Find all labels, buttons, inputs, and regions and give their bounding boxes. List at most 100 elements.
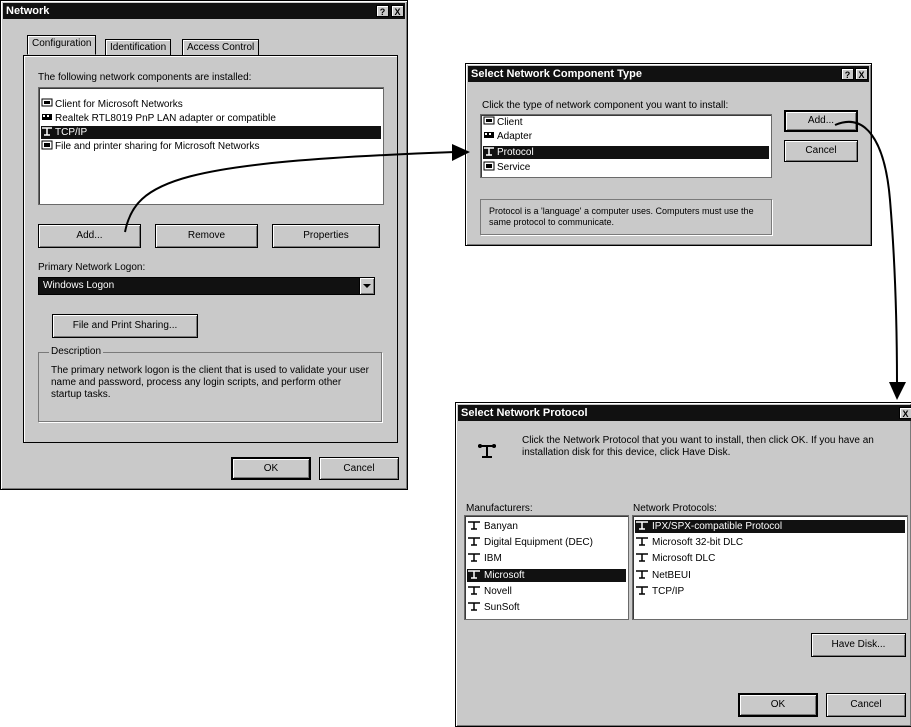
component-type-title: Select Network Component Type [471, 68, 642, 80]
add-button-label: Add... [807, 115, 835, 126]
help-button[interactable]: ? [376, 5, 389, 17]
file-print-sharing-label: File and Print Sharing... [72, 320, 178, 331]
add-button[interactable]: Add... [784, 110, 858, 132]
add-button-label: Add... [76, 230, 103, 241]
list-item[interactable]: Novell [467, 585, 626, 598]
protocol-icon [468, 602, 480, 612]
chevron-down-icon [363, 284, 371, 288]
list-item[interactable]: Microsoft 32-bit DLC [635, 536, 905, 549]
list-item[interactable]: File and printer sharing for Microsoft N… [41, 140, 381, 153]
list-item[interactable]: TCP/IP [41, 126, 381, 139]
protocol-icon [468, 537, 480, 547]
cancel-button[interactable]: Cancel [784, 140, 858, 162]
network-dialog: Network ? X Configuration Identification… [0, 0, 408, 490]
manufacturer-label: Banyan [484, 521, 518, 532]
component-label: TCP/IP [55, 127, 88, 138]
list-item[interactable]: Adapter [483, 130, 769, 143]
component-type-label: Service [497, 162, 531, 173]
component-label: Realtek RTL8019 PnP LAN adapter or compa… [55, 113, 276, 124]
protocol-icon [468, 570, 480, 580]
client-icon [483, 116, 495, 125]
cancel-button-label: Cancel [805, 145, 837, 156]
tab-access-control[interactable]: Access Control [182, 39, 260, 56]
add-button[interactable]: Add... [38, 224, 141, 248]
cancel-button[interactable]: Cancel [826, 693, 906, 717]
close-button[interactable]: X [391, 5, 404, 17]
protocol-icon [636, 586, 648, 596]
primary-logon-value: Windows Logon [43, 280, 115, 291]
component-description-group: Protocol is a 'language' a computer uses… [480, 199, 772, 235]
manufacturer-label: Microsoft [484, 570, 525, 581]
protocol-icon [478, 444, 496, 458]
remove-button[interactable]: Remove [155, 224, 258, 248]
protocol-icon [636, 521, 648, 531]
component-label: Client for Microsoft Networks [55, 99, 183, 110]
list-item[interactable]: Realtek RTL8019 PnP LAN adapter or compa… [41, 112, 381, 125]
protocol-label: Microsoft 32-bit DLC [652, 537, 744, 548]
ok-button[interactable]: OK [231, 457, 311, 480]
protocol-title-bar[interactable]: Select Network Protocol [458, 405, 911, 421]
properties-button[interactable]: Properties [272, 224, 380, 248]
primary-logon-label: Primary Network Logon: [38, 262, 146, 273]
ok-button-label: OK [770, 699, 786, 710]
components-list[interactable]: Client for Microsoft Networks Realtek RT… [38, 87, 384, 205]
protocol-icon [636, 570, 648, 580]
manufacturer-label: Novell [484, 586, 512, 597]
list-item[interactable]: Digital Equipment (DEC) [467, 536, 626, 549]
list-item[interactable]: Client [483, 116, 769, 129]
network-title-bar[interactable]: Network [3, 3, 405, 19]
tab-identification[interactable]: Identification [105, 39, 172, 56]
cancel-button-label: Cancel [343, 463, 375, 474]
list-item[interactable]: NetBEUI [635, 569, 905, 582]
close-button[interactable]: X [855, 68, 868, 80]
manufacturer-label: Digital Equipment (DEC) [484, 537, 593, 548]
service-icon [483, 161, 495, 171]
component-label: File and printer sharing for Microsoft N… [55, 141, 260, 152]
help-button[interactable]: ? [841, 68, 854, 80]
list-item[interactable]: Service [483, 161, 769, 174]
list-item[interactable]: TCP/IP [635, 585, 905, 598]
close-button[interactable]: X [899, 407, 911, 419]
primary-logon-select[interactable]: Windows Logon [38, 277, 373, 295]
list-item[interactable]: Microsoft DLC [635, 552, 905, 565]
network-protocols-list[interactable]: IPX/SPX-compatible Protocol Microsoft 32… [632, 515, 908, 620]
description-text: The primary network logon is the client … [51, 365, 369, 400]
list-item[interactable]: Microsoft [467, 569, 626, 582]
adapter-icon [484, 132, 494, 139]
list-item[interactable]: Protocol [483, 146, 769, 159]
list-item[interactable]: IBM [467, 552, 626, 565]
component-type-dialog: Select Network Component Type ? X Click … [465, 63, 872, 246]
list-item[interactable]: SunSoft [467, 601, 626, 614]
protocol-icon [42, 127, 52, 137]
protocol-icon [484, 147, 494, 157]
file-print-sharing-button[interactable]: File and Print Sharing... [52, 314, 198, 338]
service-icon [41, 140, 53, 150]
protocol-label: IPX/SPX-compatible Protocol [652, 521, 783, 532]
adapter-icon [42, 114, 52, 121]
component-type-label: Protocol [497, 147, 534, 158]
protocol-icon [468, 586, 480, 596]
component-type-title-bar[interactable]: Select Network Component Type [468, 66, 869, 82]
component-type-list[interactable]: Client Adapter Protocol Service [480, 114, 772, 178]
description-title: Description [49, 346, 104, 357]
arrowhead-2 [889, 382, 906, 400]
component-type-label: Adapter [497, 131, 533, 142]
list-item[interactable]: IPX/SPX-compatible Protocol [635, 520, 905, 533]
component-description-text: Protocol is a 'language' a computer uses… [489, 206, 754, 227]
remove-button-label: Remove [187, 230, 226, 241]
dropdown-button[interactable] [359, 277, 375, 295]
ok-button[interactable]: OK [738, 693, 818, 717]
cancel-button-label: Cancel [850, 699, 882, 710]
client-icon [41, 98, 53, 107]
list-item[interactable]: Client for Microsoft Networks [41, 98, 381, 111]
list-item[interactable]: Banyan [467, 520, 626, 533]
manufacturer-label: IBM [484, 553, 502, 564]
manufacturers-list[interactable]: Banyan Digital Equipment (DEC) IBM Micro… [464, 515, 629, 620]
protocol-icon [636, 553, 648, 563]
installed-components-label: The following network components are ins… [38, 72, 252, 83]
tab-configuration[interactable]: Configuration [27, 35, 97, 55]
cancel-button[interactable]: Cancel [319, 457, 399, 480]
have-disk-button[interactable]: Have Disk... [811, 633, 906, 657]
component-type-label: Client [497, 117, 523, 128]
have-disk-label: Have Disk... [831, 639, 886, 650]
